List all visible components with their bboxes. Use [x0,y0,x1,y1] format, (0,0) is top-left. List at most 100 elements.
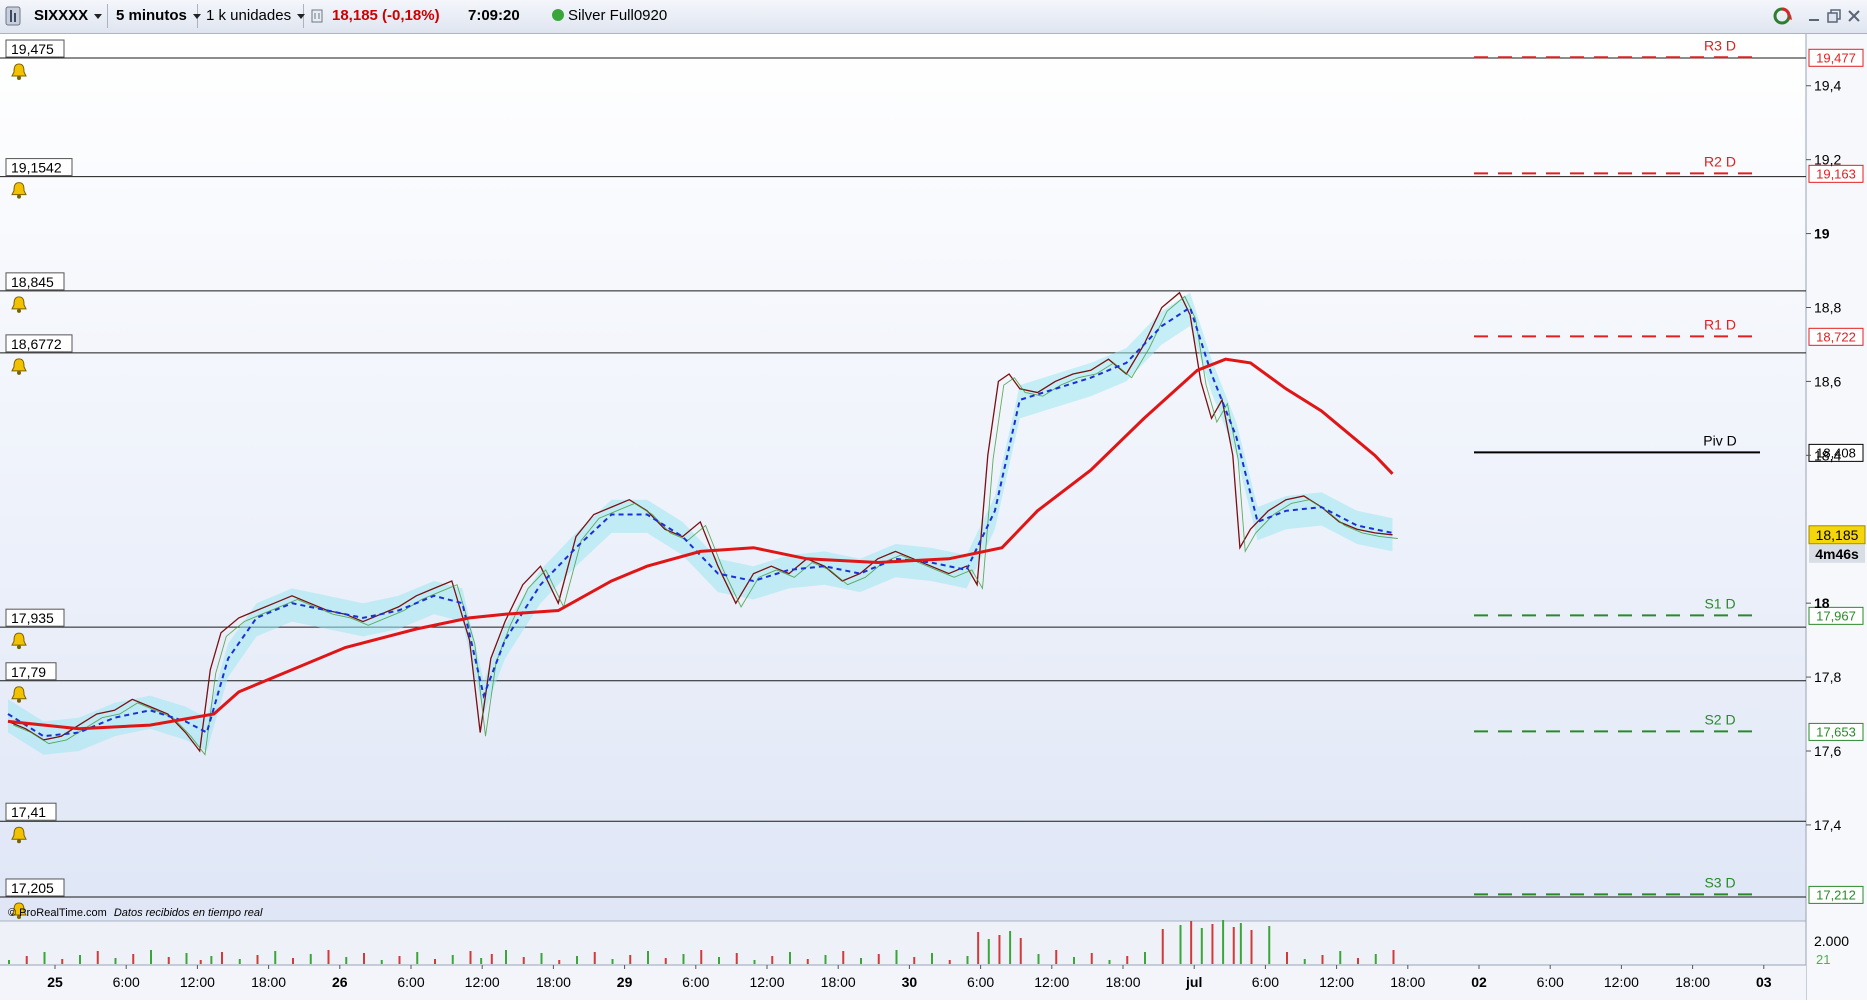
realtime-note: Datos recibidos en tiempo real [113,907,263,919]
pivot-price-label: 17,212 [1816,887,1856,902]
x-tick-label: 29 [617,974,633,990]
volume-bar [434,959,436,964]
x-tick-label: 30 [902,974,918,990]
sync-icon[interactable] [1770,4,1796,28]
volume-bar [96,951,99,964]
app-menu-icon[interactable] [4,4,22,28]
pivot-name: R2 D [1704,153,1736,169]
status-dot-icon [552,9,564,21]
volume-bar [998,935,1001,964]
price-change: 18,185 (-0,18%) [332,7,440,24]
interval-select[interactable]: 5 minutos [108,4,201,28]
volume-bar [558,960,561,964]
x-tick-label: 12:00 [1604,974,1639,990]
maximize-icon[interactable] [1826,4,1842,28]
volume-bar [753,960,756,964]
price-chart[interactable]: 19,475 19,1542 18,845 18,6772 17,935 17,79 17,… [0,34,1867,1003]
volume-bar [150,950,152,964]
pivot-name: R3 D [1704,37,1736,53]
volume-bar [700,950,703,964]
close-icon[interactable] [1846,4,1862,28]
volume-bar [1339,951,1342,964]
x-tick-label: 6:00 [113,974,140,990]
volume-bar [1019,938,1022,964]
volume-bar [611,959,614,964]
x-tick-label: 18:00 [821,974,856,990]
bell-clapper [17,308,21,313]
volume-bar [256,955,259,964]
volume-axis-label: 2.000 [1814,933,1849,949]
x-tick-label: 18:00 [1675,974,1710,990]
feed-label: Silver Full0920 [568,7,668,24]
volume-bar [966,956,969,964]
y-tick-label: 18,8 [1814,299,1841,315]
bell-clapper [17,839,21,844]
x-tick-label: 18:00 [1105,974,1140,990]
volume-bar [416,952,419,964]
volume-bar [931,953,933,964]
volume-bar [221,952,223,964]
volume-bar [718,957,720,964]
clock-time: 7:09:20 [468,7,520,24]
volume-bar [1161,929,1164,964]
volume-bar [43,952,46,964]
symbol-select[interactable]: SIXXXX [26,4,108,28]
alert-level-label: 19,475 [11,41,54,57]
pivot-name: S3 D [1704,874,1735,890]
volume-bar [25,956,28,964]
volume-bar [1126,956,1129,964]
minimize-icon[interactable] [1806,4,1822,28]
volume-bar [1073,957,1075,964]
volume-bar [824,955,827,964]
volume-bar [1286,952,1288,964]
volume-bar [522,957,525,964]
volume-bar [380,960,383,964]
x-tick-label: 02 [1471,974,1487,990]
volume-bar [167,957,170,964]
x-tick-label: 6:00 [682,974,709,990]
chart-svg: 19,475 19,1542 18,845 18,6772 17,935 17,79 17,… [0,34,1867,1000]
volume-bar [292,958,294,964]
pivot-name: S1 D [1704,595,1735,611]
footer-note: © ProRealTime.com Datos recibidos en tie… [8,907,262,919]
volume-bar [363,953,365,964]
pivot-name: Piv D [1703,432,1736,448]
volume-bar [79,955,81,964]
volume-bar [469,951,472,964]
y-tick-label: 19 [1814,226,1830,242]
volume-bar [114,958,117,964]
volume-bar [895,950,898,964]
pivot-price-label: 19,477 [1816,50,1856,65]
copyright-text: © ProRealTime.com [8,907,107,919]
y-tick-label: 18 [1814,595,1830,611]
volume-bar [1374,954,1377,964]
volume-bar [1108,960,1111,964]
x-tick-label: 25 [47,974,63,990]
x-tick-label: 12:00 [465,974,500,990]
volume-bar [61,959,64,964]
alert-level-label: 17,935 [11,610,54,626]
symbol-label: SIXXXX [34,7,89,24]
volume-bar [505,950,507,964]
volume-bar [1222,920,1225,964]
y-tick-label: 17,8 [1814,669,1841,685]
interval-label: 5 minutos [116,7,187,24]
x-tick-label: 12:00 [180,974,215,990]
volume-bar [1144,952,1146,964]
volume-bar [199,960,202,964]
y-tick-label: 17,4 [1814,817,1841,833]
volume-bar [806,959,809,964]
x-tick-label: 6:00 [397,974,424,990]
volume-bar [629,955,632,964]
volume-bar [877,954,880,964]
units-label: 1 k unidades [206,7,292,24]
bell-clapper [17,194,21,199]
x-tick-label: 12:00 [749,974,784,990]
volume-bar [913,957,916,964]
units-select[interactable]: 1 k unidades [198,4,306,28]
volume-panel [0,921,1806,965]
x-tick-label: 18:00 [536,974,571,990]
x-tick-label: 12:00 [1319,974,1354,990]
chart-settings-icon[interactable] [310,4,324,28]
volume-bar [1037,954,1040,964]
